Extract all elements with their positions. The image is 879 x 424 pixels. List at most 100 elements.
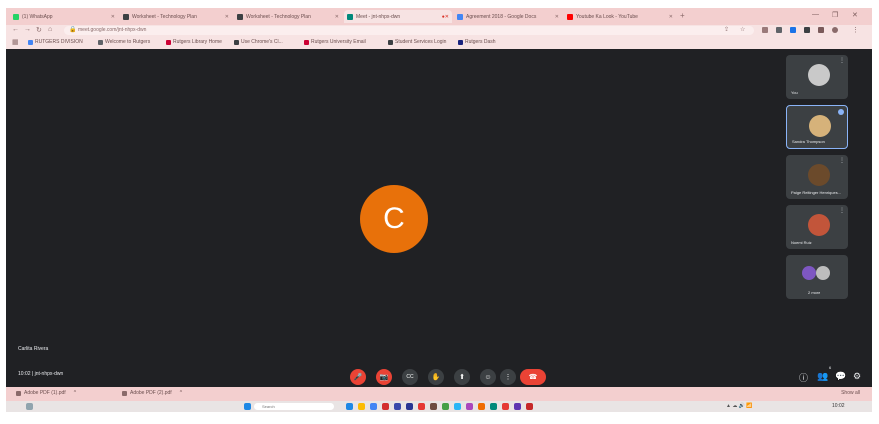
share-icon[interactable]: ⇪: [724, 26, 729, 33]
app-icon[interactable]: [358, 403, 365, 410]
tab-worksheet-2[interactable]: Worksheet - Technology Plan ✕: [234, 10, 342, 23]
bookmark-item[interactable]: Use Chrome's Cl...: [234, 39, 283, 45]
tab-label: Agreement 2018 - Google Docs: [466, 13, 537, 20]
bookmark-item[interactable]: RUTGERS DIVISION: [28, 39, 83, 45]
app-icon[interactable]: [430, 403, 437, 410]
new-tab-button[interactable]: +: [680, 11, 685, 20]
tab-google-docs[interactable]: Agreement 2018 - Google Docs ✕: [454, 10, 562, 23]
bookmark-label: Student Services Login: [395, 39, 447, 45]
people-button[interactable]: 👥: [817, 371, 828, 382]
participant-tile[interactable]: Sandra Thompson: [786, 105, 848, 149]
extension-icon[interactable]: [762, 27, 768, 33]
show-all-button[interactable]: Show all: [841, 390, 860, 396]
bookmark-item[interactable]: Rutgers Library Home: [166, 39, 222, 45]
close-icon[interactable]: ●✕: [442, 14, 449, 20]
extension-icon[interactable]: [790, 27, 796, 33]
participant-tile[interactable]: ⋮ Paige Reitinger Henriques...: [786, 155, 848, 199]
present-button[interactable]: ⬆: [454, 369, 470, 385]
more-options-button[interactable]: ⋮: [500, 369, 516, 385]
app-icon[interactable]: [490, 403, 497, 410]
tab-label: (1) WhatsApp: [22, 13, 53, 20]
app-icon[interactable]: [442, 403, 449, 410]
favicon-icon: [237, 13, 243, 20]
apps-icon[interactable]: ▦: [12, 38, 19, 46]
participant-tile[interactable]: ⋮ Noemi Ruiz: [786, 205, 848, 249]
app-icon[interactable]: [370, 403, 377, 410]
app-icon[interactable]: [382, 403, 389, 410]
close-icon[interactable]: ✕: [669, 14, 673, 20]
home-icon[interactable]: ⌂: [48, 26, 52, 33]
app-icon[interactable]: [514, 403, 521, 410]
emoji-button[interactable]: ☺: [480, 369, 496, 385]
tab-whatsapp[interactable]: (1) WhatsApp ✕: [10, 10, 118, 23]
bookmark-item[interactable]: Student Services Login: [388, 39, 446, 45]
extension-icon[interactable]: [804, 27, 810, 33]
close-icon[interactable]: ✕: [225, 14, 229, 20]
camera-button[interactable]: 📷: [376, 369, 392, 385]
end-call-button[interactable]: ☎: [520, 369, 546, 385]
clock[interactable]: 10:02: [832, 403, 845, 409]
downloads-bar: Adobe PDF (1).pdf ^ Adobe PDF (2).pdf ^ …: [6, 387, 872, 401]
forward-icon[interactable]: →: [24, 26, 31, 33]
minimize-button[interactable]: —: [812, 11, 819, 18]
extension-icon[interactable]: [776, 27, 782, 33]
participant-tile[interactable]: 2 more: [786, 255, 848, 299]
participant-photo: [809, 115, 831, 137]
menu-icon[interactable]: ⋮: [852, 26, 859, 34]
tab-worksheet-1[interactable]: Worksheet - Technology Plan ✕: [120, 10, 232, 23]
bookmark-star-icon[interactable]: ☆: [740, 26, 745, 33]
activities-button[interactable]: ⚙: [853, 371, 861, 382]
close-icon[interactable]: ✕: [111, 14, 115, 20]
info-button[interactable]: ⓘ: [799, 371, 808, 384]
more-options-icon[interactable]: ⋮: [839, 157, 845, 164]
tab-strip: (1) WhatsApp ✕ Worksheet - Technology Pl…: [6, 8, 872, 25]
windows-start-icon[interactable]: [244, 403, 251, 410]
participant-name: Paige Reitinger Henriques...: [791, 190, 842, 195]
app-icon[interactable]: [394, 403, 401, 410]
app-icon[interactable]: [406, 403, 413, 410]
close-window-button[interactable]: ✕: [852, 11, 858, 19]
download-item[interactable]: Adobe PDF (1).pdf ^: [16, 390, 76, 396]
people-count-badge: 6: [829, 365, 832, 370]
weather-icon[interactable]: [26, 403, 33, 410]
tab-meet[interactable]: Meet - jnt-nhpx-dwn ●✕: [344, 10, 452, 23]
pdf-icon: [122, 390, 127, 396]
bookmark-label: Rutgers Library Home: [173, 39, 222, 45]
bookmark-item[interactable]: Welcome to Rutgers: [98, 39, 150, 45]
back-icon[interactable]: ←: [12, 26, 19, 33]
close-icon[interactable]: ✕: [555, 14, 559, 20]
app-icon[interactable]: [418, 403, 425, 410]
favicon-icon: [458, 39, 463, 45]
tab-youtube[interactable]: Youtube Ka Look - YouTube ✕: [564, 10, 676, 23]
captions-button[interactable]: CC: [402, 369, 418, 385]
app-icon[interactable]: [526, 403, 533, 410]
participant-tile[interactable]: ⋮ You: [786, 55, 848, 99]
download-item[interactable]: Adobe PDF (2).pdf ^: [122, 390, 182, 396]
chat-button[interactable]: 💬: [835, 371, 846, 382]
taskbar-search[interactable]: Search: [254, 403, 334, 410]
bookmark-label: Rutgers Dash: [465, 39, 496, 45]
puzzle-icon[interactable]: [818, 27, 824, 33]
browser-window: (1) WhatsApp ✕ Worksheet - Technology Pl…: [6, 8, 872, 412]
participant-photo: [808, 214, 830, 236]
more-options-icon[interactable]: ⋮: [839, 57, 845, 64]
profile-icon[interactable]: [832, 27, 838, 33]
close-icon[interactable]: ✕: [335, 14, 339, 20]
reload-icon[interactable]: ↻: [36, 26, 42, 34]
raise-hand-button[interactable]: ✋: [428, 369, 444, 385]
mic-button[interactable]: 🎤: [350, 369, 366, 385]
chevron-up-icon[interactable]: ^: [74, 390, 76, 396]
address-bar[interactable]: 🔒 meet.google.com/jnt-nhpx-dwn ⇪ ☆: [64, 26, 754, 35]
system-tray[interactable]: ▲ ☁ 🔊 📶: [726, 403, 753, 409]
download-label: Adobe PDF (1).pdf: [24, 390, 66, 396]
app-icon[interactable]: [454, 403, 461, 410]
bookmark-item[interactable]: Rutgers University Email: [304, 39, 366, 45]
app-icon[interactable]: [502, 403, 509, 410]
more-options-icon[interactable]: ⋮: [839, 207, 845, 214]
app-icon[interactable]: [466, 403, 473, 410]
app-icon[interactable]: [478, 403, 485, 410]
maximize-button[interactable]: ❐: [832, 11, 838, 19]
app-icon[interactable]: [346, 403, 353, 410]
bookmark-item[interactable]: Rutgers Dash: [458, 39, 496, 45]
chevron-up-icon[interactable]: ^: [180, 390, 182, 396]
